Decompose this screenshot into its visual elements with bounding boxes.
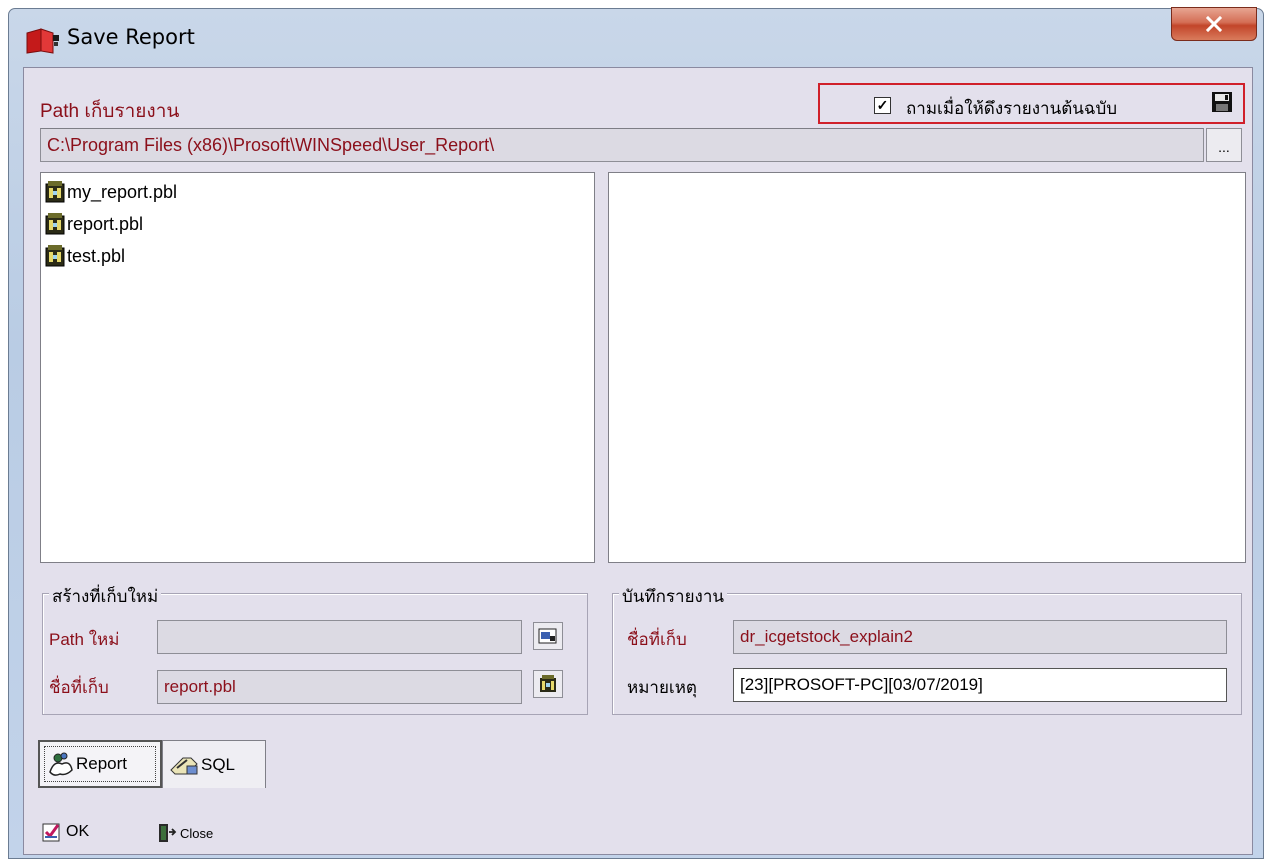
new-name-pick-button[interactable] (533, 670, 563, 698)
file-name: my_report.pbl (67, 181, 178, 202)
tab-sql-label: SQL (201, 754, 236, 774)
title-bar[interactable]: Save Report (9, 7, 1263, 67)
focus-rect (44, 746, 156, 782)
note-label: หมายเหตุ (627, 678, 697, 697)
browse-path-button[interactable]: ... (1206, 128, 1242, 162)
report-name-label: ชื่อที่เก็บ (627, 630, 687, 649)
ask-original-option-box: ✓ ถามเมื่อให้ดึงรายงานต้นฉบับ (818, 83, 1245, 124)
tab-sql[interactable]: SQL (162, 740, 266, 788)
pbl-library-icon (45, 213, 65, 235)
save-report-group: บันทึกรายงาน ชื่อที่เก็บ dr_icgetstock_e… (612, 583, 1242, 715)
folder-browse-icon (538, 628, 557, 644)
close-button[interactable]: Close (156, 822, 213, 844)
ok-button[interactable]: OK (42, 822, 89, 842)
close-icon (1205, 16, 1223, 32)
new-location-group-title: สร้างที่เก็บใหม่ (49, 583, 162, 610)
path-section-label: Path เก็บรายงาน (40, 101, 180, 122)
ask-original-label: ถามเมื่อให้ดึงรายงานต้นฉบับ (906, 99, 1118, 118)
close-label: Close (180, 825, 214, 841)
floppy-disk-icon[interactable] (1211, 91, 1233, 113)
tab-report[interactable]: Report (38, 740, 162, 788)
report-name-field[interactable]: dr_icgetstock_explain2 (733, 620, 1227, 654)
new-name-label: ชื่อที่เก็บ (49, 678, 109, 697)
file-name: test.pbl (67, 245, 126, 266)
pbl-library-icon (45, 245, 65, 267)
new-path-field[interactable] (157, 620, 522, 654)
report-book-icon (26, 28, 59, 54)
report-list-pane[interactable] (608, 172, 1246, 563)
pbl-library-icon (45, 181, 65, 203)
window-title: Save Report (67, 25, 195, 49)
note-field[interactable]: [23][PROSOFT-PC][03/07/2019] (733, 668, 1227, 702)
list-item[interactable]: test.pbl (45, 241, 125, 271)
exit-door-icon (159, 824, 177, 842)
save-report-group-title: บันทึกรายงาน (619, 583, 728, 610)
library-file-list[interactable]: my_report.pbl report.pbl test.pbl (40, 172, 595, 563)
new-path-browse-button[interactable] (533, 622, 563, 650)
window-close-button[interactable] (1171, 7, 1257, 41)
ask-original-checkbox[interactable]: ✓ (874, 97, 891, 114)
file-name: report.pbl (67, 213, 144, 234)
save-report-window: Save Report Path เก็บรายงาน ✓ ถามเมื่อให… (8, 7, 1264, 859)
new-location-group: สร้างที่เก็บใหม่ Path ใหม่ ชื่อที่เก็บ r… (42, 583, 588, 715)
ok-check-icon (42, 823, 60, 842)
pbl-library-icon (540, 675, 556, 692)
list-item[interactable]: report.pbl (45, 209, 143, 239)
new-path-label: Path ใหม่ (49, 630, 120, 649)
list-item[interactable]: my_report.pbl (45, 177, 177, 207)
dialog-client-area: Path เก็บรายงาน ✓ ถามเมื่อให้ดึงรายงานต้… (23, 67, 1253, 855)
sql-tab-icon (170, 757, 198, 774)
new-name-field[interactable]: report.pbl (157, 670, 522, 704)
ok-label: OK (66, 823, 90, 840)
report-path-field[interactable]: C:\Program Files (x86)\Prosoft\WINSpeed\… (40, 128, 1204, 162)
